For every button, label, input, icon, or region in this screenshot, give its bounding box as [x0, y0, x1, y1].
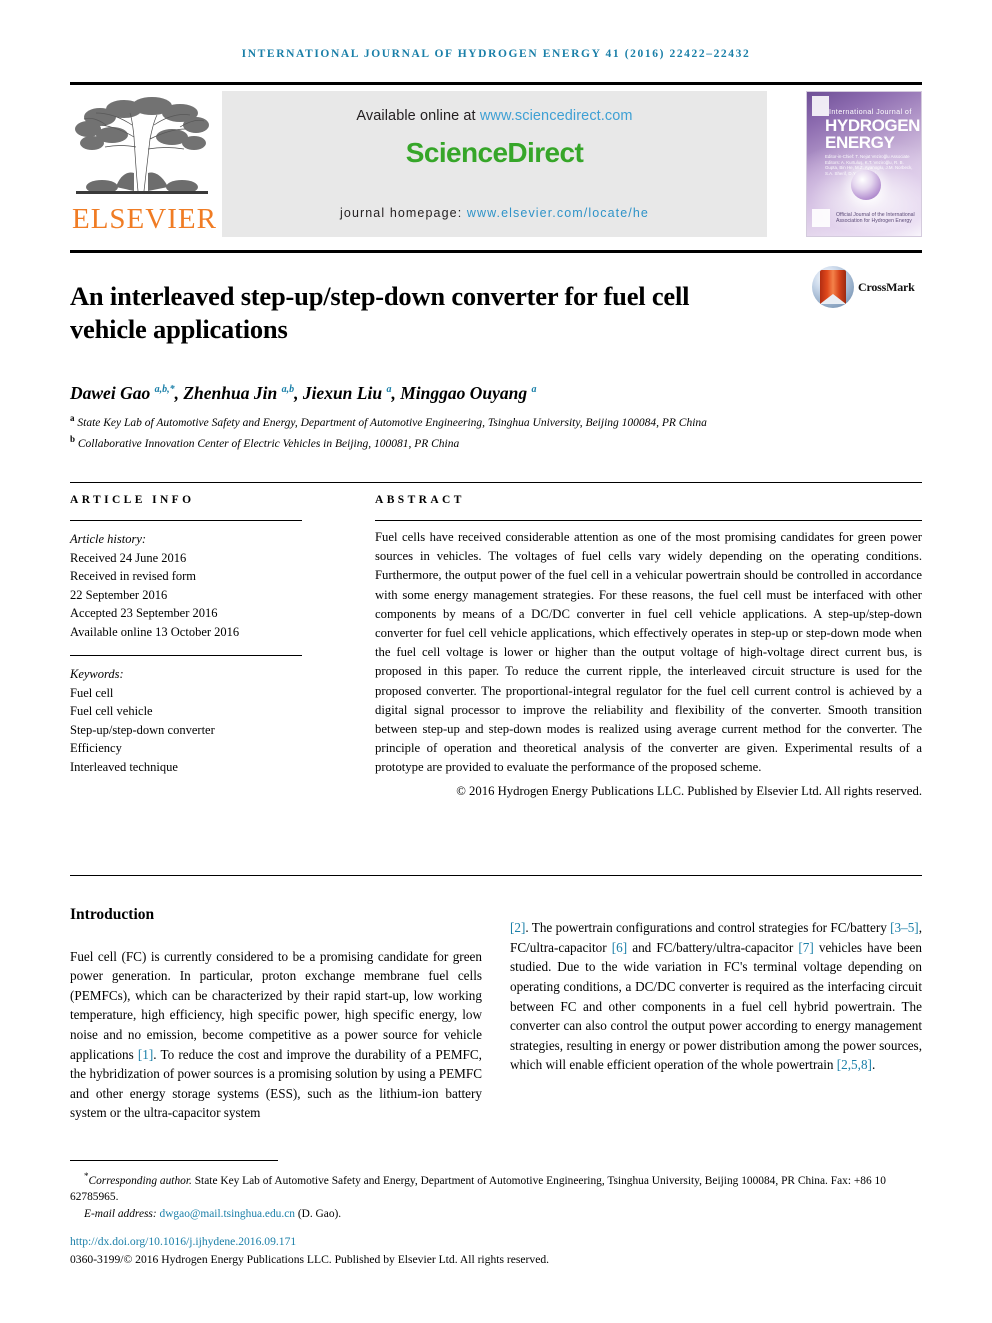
journal-homepage-line: journal homepage: www.elsevier.com/locat…: [222, 206, 767, 220]
cover-eyebrow: International Journal of: [829, 107, 912, 116]
journal-homepage-label: journal homepage:: [340, 206, 467, 220]
sciencedirect-link[interactable]: www.sciencedirect.com: [480, 108, 633, 124]
abstract-copyright: © 2016 Hydrogen Energy Publications LLC.…: [456, 783, 922, 798]
keyword-item: Fuel cell: [70, 685, 114, 700]
doi-link[interactable]: http://dx.doi.org/10.1016/j.ijhydene.201…: [70, 1235, 296, 1248]
affiliation-a-text: State Key Lab of Automotive Safety and E…: [77, 416, 707, 429]
article-history-item: Received in revised form: [70, 569, 196, 583]
citation-6[interactable]: [2,5,8]: [837, 1057, 872, 1072]
intro-text-6: vehicles have been studied. Due to the w…: [510, 939, 922, 1073]
authors-text: Dawei Gao a,b,*, Zhenhua Jin a,b, Jiexun…: [70, 383, 537, 403]
citation-5[interactable]: [7]: [798, 940, 813, 955]
issn-copyright-line: 0360-3199/© 2016 Hydrogen Energy Publica…: [70, 1253, 550, 1266]
cover-orb-decoration: [851, 170, 881, 200]
affiliation-b-mark: b: [70, 433, 76, 444]
running-head: INTERNATIONAL JOURNAL OF HYDROGEN ENERGY…: [241, 48, 751, 60]
article-history-label: Article history:: [70, 532, 147, 546]
affiliation-b-text: Collaborative Innovation Center of Elect…: [77, 437, 460, 450]
journal-masthead: ELSEVIER Available online at www.science…: [70, 82, 922, 237]
affiliation-list: a State Key Lab of Automotive Safety and…: [70, 410, 890, 452]
cover-footer-text: Official Journal of the International As…: [836, 212, 915, 224]
intro-text-1: Fuel cell (FC) is currently considered t…: [70, 948, 482, 1062]
affiliation-a-mark: a: [70, 413, 75, 423]
sciencedirect-logo: ScienceDirect: [405, 137, 584, 168]
elsevier-logo: ELSEVIER: [72, 91, 217, 237]
keyword-item: Fuel cell vehicle: [70, 704, 153, 718]
keywords-block: Keywords: Fuel cell Fuel cell vehicle St…: [70, 665, 310, 776]
body-column-left: Introduction Fuel cell (FC) is currently…: [70, 905, 482, 1136]
body-column-right: [2]. The powertrain configurations and c…: [510, 905, 922, 1088]
citation-4[interactable]: [6]: [612, 940, 627, 955]
available-online-line: Available online at www.sciencedirect.co…: [222, 91, 767, 124]
intro-text-5: and FC/battery/ultra-capacitor: [627, 939, 799, 955]
crossmark-notch-icon: [820, 294, 846, 304]
paper-page: INTERNATIONAL JOURNAL OF HYDROGEN ENERGY…: [0, 0, 992, 1323]
keyword-item: Step-up/step-down converter: [70, 722, 215, 737]
available-online-label: Available online at: [356, 108, 480, 124]
cover-footer: Official Journal of the International As…: [812, 209, 918, 231]
section-heading-introduction: Introduction: [70, 906, 155, 923]
sciencedirect-banner: Available online at www.sciencedirect.co…: [222, 91, 767, 237]
intro-text-7: .: [871, 1057, 876, 1073]
email-label: E-mail address:: [84, 1207, 160, 1220]
corresponding-author-note: *Corresponding author. State Key Lab of …: [70, 1168, 922, 1206]
footnote-block: *Corresponding author. State Key Lab of …: [70, 1168, 922, 1222]
crossmark-badge[interactable]: CrossMark: [812, 266, 922, 316]
title-divider: [70, 250, 922, 253]
abstract-body: Fuel cells have received considerable at…: [375, 530, 922, 775]
crossmark-label: CrossMark: [858, 280, 915, 294]
elsevier-tree-icon: [72, 91, 212, 203]
article-history-item: Accepted 23 September 2016: [70, 606, 218, 620]
article-history: Article history: Received 24 June 2016 R…: [70, 530, 310, 641]
article-history-item: Available online 13 October 2016: [70, 624, 240, 639]
keywords-label: Keywords:: [70, 667, 124, 681]
intro-paragraph-right: [2]. The powertrain configurations and c…: [510, 918, 922, 1075]
affiliation-b: b Collaborative Innovation Center of Ele…: [70, 431, 890, 452]
article-info-heading: ARTICLE INFO: [70, 494, 195, 506]
corresponding-author-label: Corresponding author.: [88, 1174, 192, 1187]
footnote-divider: [70, 1160, 278, 1161]
body-divider: [70, 875, 922, 876]
keywords-divider: [70, 655, 302, 656]
cover-elsevier-mark-icon: [812, 96, 829, 116]
cover-title-line2: ENERGY: [825, 133, 895, 152]
intro-paragraph-left: Fuel cell (FC) is currently considered t…: [70, 947, 482, 1123]
abstract-block: Fuel cells have received considerable at…: [375, 528, 922, 801]
citation-3[interactable]: [3–5]: [890, 920, 919, 935]
article-info-rule: [70, 520, 302, 521]
article-history-item: Received 24 June 2016: [70, 550, 187, 565]
email-note: E-mail address: dwgao@mail.tsinghua.edu.…: [70, 1206, 922, 1223]
corresponding-author-text: State Key Lab of Automotive Safety and E…: [70, 1174, 886, 1204]
citation-2[interactable]: [2]: [510, 920, 525, 935]
page-title: An interleaved step-up/step-down convert…: [70, 280, 690, 344]
citation-1[interactable]: [1]: [138, 1047, 153, 1062]
cover-association-mark-icon: [812, 209, 830, 227]
abstract-heading: ABSTRACT: [375, 494, 465, 506]
email-suffix: (D. Gao).: [294, 1207, 342, 1220]
keyword-item: Interleaved technique: [70, 759, 178, 774]
affiliation-a: a State Key Lab of Automotive Safety and…: [70, 410, 890, 431]
elsevier-wordmark: ELSEVIER: [72, 203, 217, 235]
email-link[interactable]: dwgao@mail.tsinghua.edu.cn: [160, 1208, 295, 1220]
cover-title-line1: HYDROGEN: [825, 116, 921, 135]
author-list: Dawei Gao a,b,*, Zhenhua Jin a,b, Jiexun…: [70, 383, 860, 404]
journal-homepage-link[interactable]: www.elsevier.com/locate/he: [467, 206, 649, 220]
intro-text-3: . The powertrain configurations and cont…: [525, 920, 891, 936]
keyword-item: Efficiency: [70, 741, 122, 755]
journal-cover-image: International Journal of HYDROGEN ENERGY…: [806, 91, 922, 237]
article-history-item: 22 September 2016: [70, 587, 168, 602]
crossmark-circle-icon: [812, 266, 854, 308]
info-divider: [70, 482, 922, 483]
abstract-rule: [375, 520, 922, 521]
